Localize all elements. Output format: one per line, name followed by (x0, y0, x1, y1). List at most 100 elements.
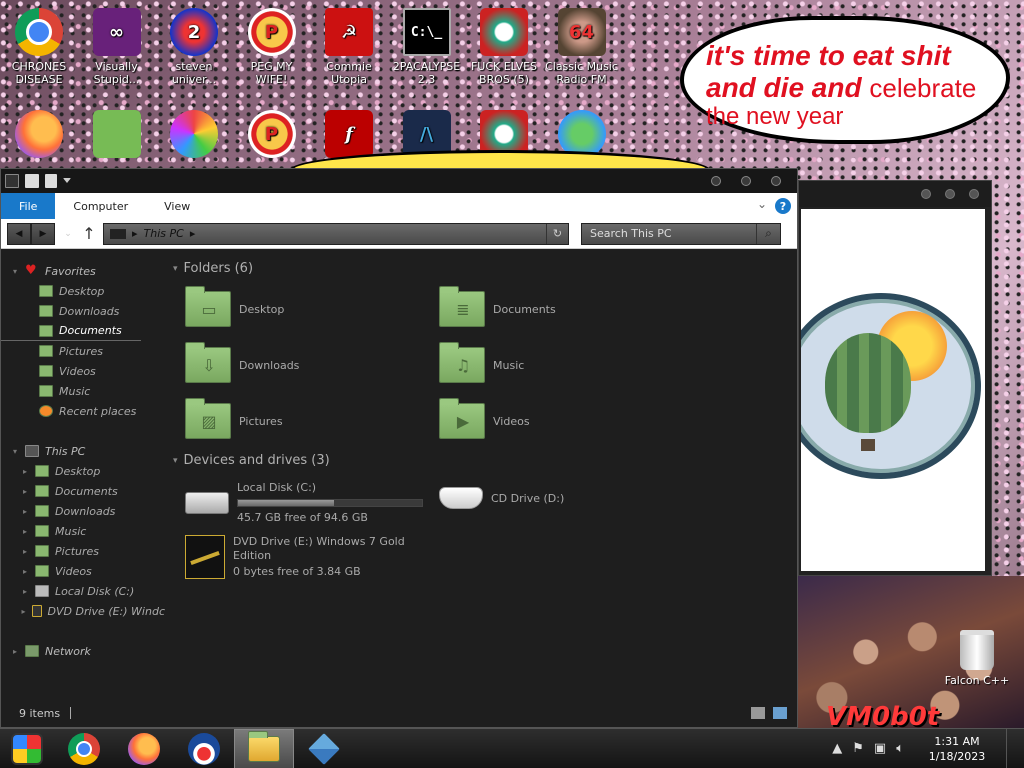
desktop-icon[interactable]: ☭ Commie Utopia (312, 8, 386, 86)
folder-desktop[interactable]: ▭ Desktop (185, 286, 284, 327)
back-button[interactable]: ◀ (7, 222, 31, 245)
expand-arrow-icon[interactable]: ▸ (21, 587, 29, 596)
collapse-icon[interactable]: ▾ (173, 456, 178, 466)
desktop-icon[interactable] (2, 110, 76, 162)
expand-arrow-icon[interactable]: ▸ (11, 647, 19, 656)
help-icon[interactable]: ? (775, 198, 791, 214)
properties-icon[interactable] (25, 174, 39, 188)
nav-network[interactable]: ▸ Network (1, 641, 165, 661)
disk-usage-bar (237, 499, 423, 507)
image-viewer-window[interactable] (798, 180, 992, 576)
maximize-button[interactable] (945, 189, 955, 199)
taskbar-file-explorer[interactable] (234, 728, 294, 768)
details-view-icon[interactable] (751, 707, 765, 719)
search-input[interactable]: Search This PC ⌕ (581, 222, 781, 245)
minimize-button[interactable] (711, 176, 721, 186)
expand-arrow-icon[interactable]: ▸ (21, 567, 29, 576)
nav-thispc-item[interactable]: ▸ Pictures (1, 541, 165, 561)
close-button[interactable] (771, 176, 781, 186)
nav-favorite-pictures[interactable]: Pictures (1, 341, 165, 361)
start-button[interactable] (0, 729, 54, 768)
expand-arrow-icon[interactable]: ▸ (21, 607, 26, 616)
nav-thispc-item[interactable]: ▸ DVD Drive (E:) Windc (1, 601, 166, 621)
desktop-icon[interactable]: C:\_ 2PACALYPSE 2.3 (390, 8, 464, 86)
folders-group-header[interactable]: ▾ Folders (6) (173, 261, 253, 276)
new-folder-icon[interactable] (45, 174, 57, 188)
nav-favorite-videos[interactable]: Videos (1, 361, 165, 381)
recent-locations-icon[interactable]: ⌄ (61, 223, 75, 245)
folder-documents[interactable]: ≣ Documents (439, 286, 556, 327)
nav-favorite-documents[interactable]: Documents (1, 321, 141, 341)
nav-thispc-item[interactable]: ▸ Documents (1, 481, 165, 501)
nav-favorite-music[interactable]: Music (1, 381, 165, 401)
show-hidden-icons-icon[interactable]: ▲ (832, 741, 842, 756)
taskbar-obama[interactable] (174, 729, 234, 768)
expand-arrow-icon[interactable]: ▾ (11, 447, 19, 456)
taskbar-virtualbox[interactable] (294, 729, 354, 768)
nav-thispc-item[interactable]: ▸ Music (1, 521, 165, 541)
expand-arrow-icon[interactable]: ▸ (21, 527, 29, 536)
desktop-icon[interactable]: 64 Classic Music Radio FM (545, 8, 619, 86)
expand-arrow-icon[interactable]: ▸ (21, 487, 29, 496)
address-chevron-icon[interactable]: ▸ (132, 227, 138, 240)
nav-thispc-item[interactable]: ▸ Desktop (1, 461, 165, 481)
desktop-icon[interactable]: ∞ Visually Stupid... (80, 8, 154, 86)
desktop-icon[interactable] (157, 110, 231, 162)
desktop-icon[interactable]: 2 steven univer... (157, 8, 231, 86)
show-desktop-button[interactable] (1006, 728, 1014, 768)
taskbar-chrome[interactable] (54, 729, 114, 768)
folder-pictures[interactable]: ▨ Pictures (185, 398, 283, 439)
nav-thispc-item[interactable]: ▸ Videos (1, 561, 165, 581)
close-button[interactable] (969, 189, 979, 199)
drive-cd-d[interactable]: CD Drive (D:) (439, 487, 564, 509)
collapse-icon[interactable]: ▾ (173, 264, 178, 274)
action-center-flag-icon[interactable]: ⚑ (852, 741, 864, 756)
maximize-button[interactable] (741, 176, 751, 186)
expand-arrow-icon[interactable]: ▸ (21, 507, 29, 516)
up-arrow-icon[interactable]: ↑ (81, 224, 97, 243)
expand-ribbon-icon[interactable]: ⌄ (757, 197, 767, 211)
desktop-icon[interactable]: CHRONES DISEASE (2, 8, 76, 86)
folder-downloads[interactable]: ⇩ Downloads (185, 342, 299, 383)
nav-thispc-item[interactable]: ▸ Downloads (1, 501, 165, 521)
taskbar-firefox[interactable] (114, 729, 174, 768)
nav-favorite-downloads[interactable]: Downloads (1, 301, 165, 321)
volume-icon[interactable]: 🔈︎ (896, 741, 904, 756)
minimize-button[interactable] (921, 189, 931, 199)
desktop-icon-falcon[interactable]: Falcon C++ (940, 630, 1014, 687)
nav-favorite-recent-places[interactable]: Recent places (1, 401, 165, 421)
folder-videos[interactable]: ▶ Videos (439, 398, 530, 439)
network-icon[interactable]: ▣ (874, 741, 886, 756)
tab-file[interactable]: File (1, 193, 56, 219)
tab-view[interactable]: View (146, 193, 208, 219)
search-icon[interactable]: ⌕ (756, 223, 780, 244)
file-explorer-window[interactable]: File Computer View ⌄ ? ◀ ▶ ⌄ ↑ ▸ This PC… (0, 168, 798, 728)
desktop-icon[interactable]: FUCK ELVES BROS (5) (467, 8, 541, 86)
desktop-icon[interactable]: P PEG MY WIFE! (235, 8, 309, 86)
expand-arrow-icon[interactable]: ▾ (11, 267, 19, 276)
desktop-icon[interactable] (80, 110, 154, 162)
expand-arrow-icon[interactable]: ▸ (21, 547, 29, 556)
explorer-titlebar[interactable] (1, 169, 797, 193)
tab-computer[interactable]: Computer (55, 193, 146, 219)
folder-music[interactable]: ♫ Music (439, 342, 524, 383)
nav-thispc-item[interactable]: ▸ Local Disk (C:) (1, 581, 165, 601)
drive-local-disk-c[interactable]: Local Disk (C:) 45.7 GB free of 94.6 GB (185, 481, 423, 525)
clock[interactable]: 1:31 AM 1/18/2023 (922, 734, 992, 764)
address-bar[interactable]: ▸ This PC ▸ ↻ (103, 222, 569, 245)
window-menu-icon[interactable] (5, 174, 19, 188)
address-chevron-icon[interactable]: ▸ (190, 227, 196, 240)
refresh-icon[interactable]: ↻ (546, 223, 568, 244)
nav-favorite-desktop[interactable]: Desktop (1, 281, 165, 301)
customize-toolbar-icon[interactable] (63, 178, 71, 184)
desktop-icon[interactable]: P (235, 110, 309, 162)
drive-dvd-e[interactable]: DVD Drive (E:) Windows 7 Gold Edition 0 … (185, 535, 413, 579)
nav-this-pc[interactable]: ▾ This PC (1, 441, 165, 461)
forward-button[interactable]: ▶ (31, 222, 55, 245)
devices-group-header[interactable]: ▾ Devices and drives (3) (173, 453, 330, 468)
expand-arrow-icon[interactable]: ▸ (21, 467, 29, 476)
image-viewer-titlebar[interactable] (799, 181, 991, 207)
nav-favorites[interactable]: ▾ ♥ Favorites (1, 261, 165, 281)
large-icons-view-icon[interactable] (773, 707, 787, 719)
breadcrumb-this-pc[interactable]: This PC (144, 227, 184, 240)
